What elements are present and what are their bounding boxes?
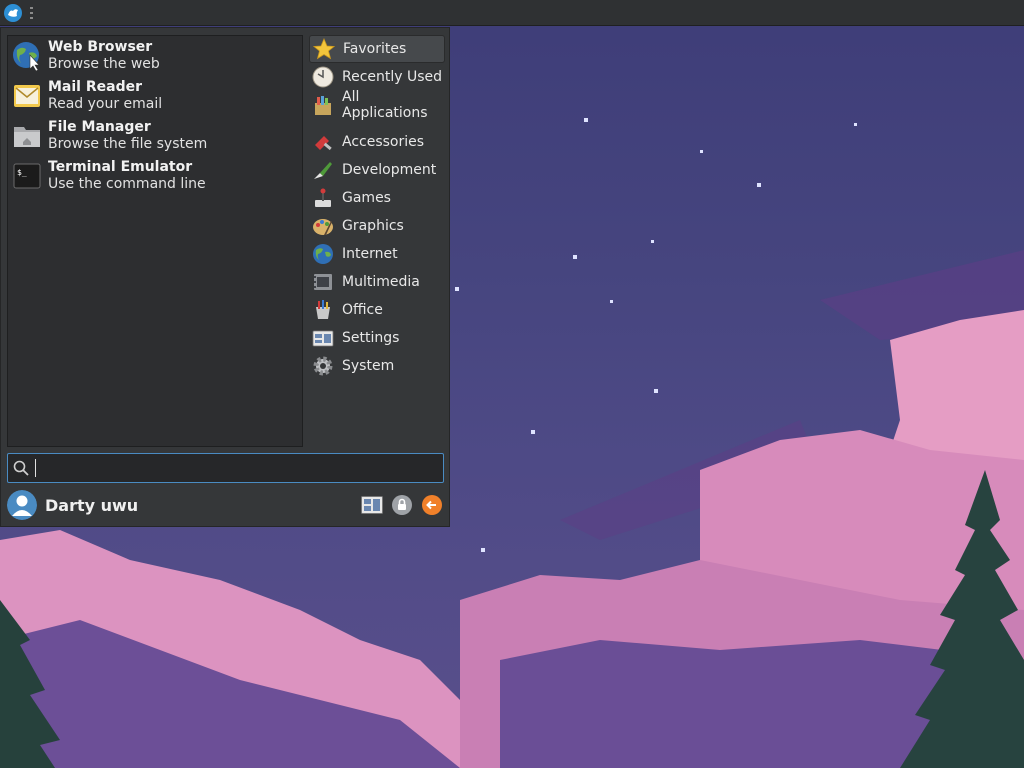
accessories-icon xyxy=(315,136,332,151)
category-label: Internet xyxy=(342,246,398,262)
category-all-applications[interactable]: All Applications xyxy=(309,89,445,121)
log-out-button[interactable] xyxy=(420,493,444,517)
favorite-description: Browse the file system xyxy=(48,136,208,152)
category-label: Multimedia xyxy=(342,274,420,290)
category-label: Recently Used xyxy=(342,69,443,85)
category-office[interactable]: Office xyxy=(309,296,445,324)
category-internet[interactable]: Internet xyxy=(309,240,445,268)
category-games[interactable]: Games xyxy=(309,184,445,212)
category-label: Accessories xyxy=(342,134,425,150)
category-accessories[interactable]: Accessories xyxy=(309,128,445,156)
category-label: All Applications xyxy=(342,89,428,121)
category-system[interactable]: System xyxy=(309,352,445,380)
favorite-mail-reader[interactable]: Mail Reader Read your email xyxy=(8,76,302,116)
user-avatar-icon xyxy=(7,490,37,520)
star-icon xyxy=(313,38,335,60)
category-label: Graphics xyxy=(342,218,404,234)
applications-menu-button[interactable] xyxy=(2,2,24,24)
search-bar[interactable] xyxy=(7,453,444,483)
search-input[interactable] xyxy=(36,455,443,481)
category-recently-used[interactable]: Recently Used xyxy=(309,63,445,91)
favorite-description: Browse the web xyxy=(48,56,160,72)
settings-manager-icon xyxy=(361,496,383,514)
menu-footer: Darty uwu xyxy=(7,489,444,521)
whisker-menu: Web Browser Browse the web Mail Reader R… xyxy=(0,27,450,527)
username: Darty uwu xyxy=(45,495,139,515)
category-development[interactable]: Development xyxy=(309,156,445,184)
favorite-title: Terminal Emulator xyxy=(48,159,193,175)
mail-reader-icon xyxy=(14,85,40,107)
multimedia-icon xyxy=(314,274,332,290)
settings-icon xyxy=(312,330,334,347)
favorite-description: Use the command line xyxy=(48,176,206,192)
settings-manager-button[interactable] xyxy=(360,493,384,517)
category-label: Games xyxy=(342,190,391,206)
graphics-icon xyxy=(313,219,333,235)
svg-text:$_: $_ xyxy=(17,168,27,177)
development-icon xyxy=(314,162,332,179)
category-favorites[interactable]: Favorites xyxy=(309,35,445,63)
category-settings[interactable]: Settings xyxy=(309,324,445,352)
internet-icon xyxy=(313,244,333,264)
favorite-terminal-emulator[interactable]: $_ Terminal Emulator Use the command lin… xyxy=(8,156,302,196)
category-label: Office xyxy=(342,302,383,318)
top-panel xyxy=(0,0,1024,26)
games-icon xyxy=(315,188,331,207)
favorite-title: Mail Reader xyxy=(48,79,142,95)
favorite-title: File Manager xyxy=(48,119,151,135)
category-label: Favorites xyxy=(343,41,407,57)
category-label: System xyxy=(342,358,395,374)
panel-handle[interactable] xyxy=(30,6,34,19)
category-graphics[interactable]: Graphics xyxy=(309,212,445,240)
search-icon xyxy=(13,460,29,476)
category-label: Settings xyxy=(342,330,400,346)
favorite-description: Read your email xyxy=(48,96,163,112)
office-icon xyxy=(316,300,330,319)
favorite-file-manager[interactable]: File Manager Browse the file system xyxy=(8,116,302,156)
lock-screen-button[interactable] xyxy=(390,493,414,517)
favorite-title: Web Browser xyxy=(48,39,153,55)
terminal-icon: $_ xyxy=(13,163,41,189)
favorite-web-browser[interactable]: Web Browser Browse the web xyxy=(8,36,302,76)
system-icon xyxy=(313,356,333,376)
clock-icon xyxy=(312,66,334,88)
log-out-icon xyxy=(422,495,442,515)
web-browser-icon xyxy=(13,42,40,71)
category-label: Development xyxy=(342,162,437,178)
lock-icon xyxy=(392,495,412,515)
all-applications-icon xyxy=(315,96,331,115)
category-multimedia[interactable]: Multimedia xyxy=(309,268,445,296)
category-list: Favorites Recently Used All Applications xyxy=(309,35,445,380)
favorites-list: Web Browser Browse the web Mail Reader R… xyxy=(7,35,303,447)
xfce-logo-icon xyxy=(4,3,22,22)
file-manager-icon xyxy=(14,127,40,147)
